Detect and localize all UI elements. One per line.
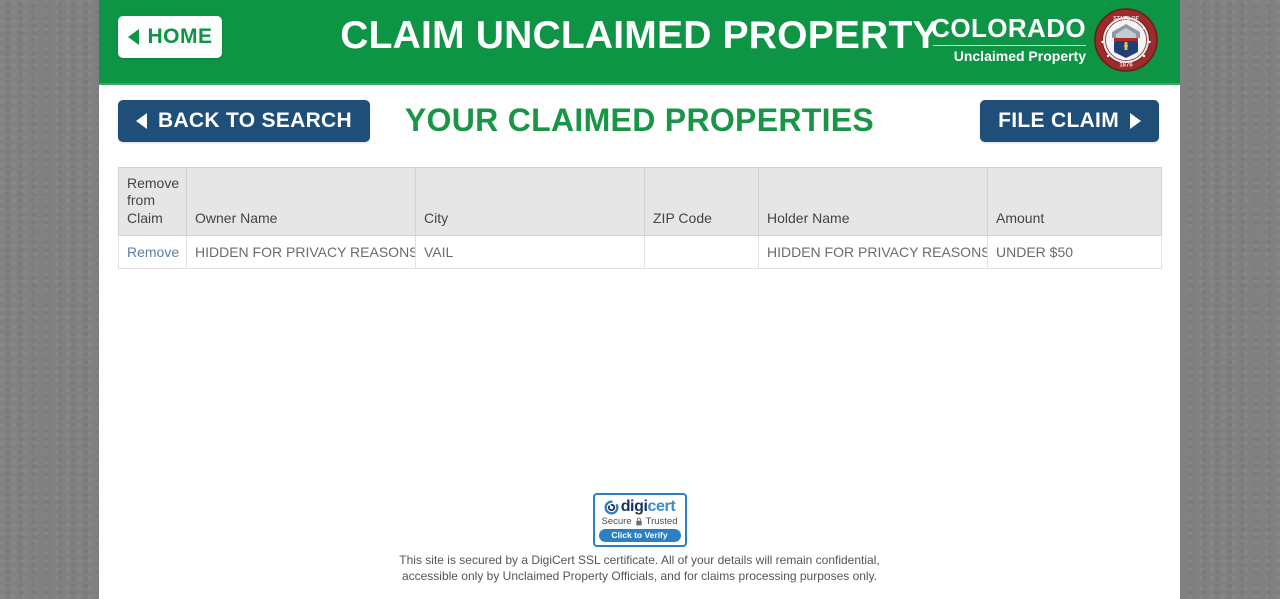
digicert-word-part-2: cert bbox=[647, 498, 676, 516]
colorado-brand-logo[interactable]: COLORADO Unclaimed Property STATE OF 187… bbox=[931, 8, 1158, 72]
claimed-properties-table: Remove from Claim Owner Name City ZIP Co… bbox=[118, 167, 1162, 269]
table-header: Remove from Claim Owner Name City ZIP Co… bbox=[118, 167, 1162, 236]
remove-claim-link[interactable]: Remove bbox=[127, 244, 179, 260]
security-note: This site is secured by a DigiCert SSL c… bbox=[99, 553, 1180, 585]
digicert-seal-badge[interactable]: digicert Secure Trusted Click to Verify bbox=[592, 493, 687, 548]
page-container: HOME CLAIM UNCLAIMED PROPERTY COLORADO U… bbox=[99, 0, 1180, 599]
cell-zip-code bbox=[644, 235, 759, 269]
column-header-owner-name: Owner Name bbox=[186, 167, 416, 236]
cell-holder-name: HIDDEN FOR PRIVACY REASONS bbox=[758, 235, 988, 269]
triangle-right-icon bbox=[1130, 113, 1141, 129]
file-claim-label: FILE CLAIM bbox=[998, 109, 1119, 132]
footer: digicert Secure Trusted Click to Verify … bbox=[99, 493, 1180, 585]
svg-text:STATE OF: STATE OF bbox=[1113, 16, 1140, 22]
brand-name: COLORADO bbox=[931, 13, 1086, 44]
security-note-line-1: This site is secured by a DigiCert SSL c… bbox=[399, 553, 880, 568]
digicert-logo-row: digicert bbox=[599, 499, 681, 515]
file-claim-button[interactable]: FILE CLAIM bbox=[980, 100, 1159, 142]
brand-divider bbox=[933, 45, 1086, 47]
column-header-zip-code: ZIP Code bbox=[644, 167, 759, 236]
digicert-swirl-icon bbox=[604, 500, 619, 515]
padlock-icon bbox=[635, 518, 642, 526]
cell-remove: Remove bbox=[118, 235, 187, 269]
cell-owner-name: HIDDEN FOR PRIVACY REASONS bbox=[186, 235, 416, 269]
digicert-trust-row: Secure Trusted bbox=[599, 516, 681, 527]
cell-city: VAIL bbox=[415, 235, 645, 269]
brand-subtitle: Unclaimed Property bbox=[953, 48, 1086, 65]
digicert-trusted-label: Trusted bbox=[645, 516, 678, 528]
column-header-city: City bbox=[415, 167, 645, 236]
table-row: Remove HIDDEN FOR PRIVACY REASONS VAIL H… bbox=[118, 235, 1162, 269]
digicert-wordmark: digicert bbox=[621, 499, 676, 515]
column-header-remove-from-claim: Remove from Claim bbox=[118, 167, 187, 236]
column-header-holder-name: Holder Name bbox=[758, 167, 988, 236]
digicert-word-part-1: digi bbox=[620, 498, 648, 516]
action-bar: BACK TO SEARCH YOUR CLAIMED PROPERTIES F… bbox=[99, 85, 1180, 160]
digicert-secure-label: Secure bbox=[601, 516, 632, 528]
cell-amount: UNDER $50 bbox=[987, 235, 1162, 269]
svg-text:1876: 1876 bbox=[1119, 63, 1133, 69]
claimed-properties-table-wrapper: Remove from Claim Owner Name City ZIP Co… bbox=[118, 167, 1162, 269]
column-header-amount: Amount bbox=[987, 167, 1162, 236]
table-header-row: Remove from Claim Owner Name City ZIP Co… bbox=[118, 167, 1162, 236]
table-body: Remove HIDDEN FOR PRIVACY REASONS VAIL H… bbox=[118, 235, 1162, 269]
click-to-verify-button[interactable]: Click to Verify bbox=[598, 529, 681, 543]
brand-text-block: COLORADO Unclaimed Property bbox=[931, 13, 1086, 65]
security-note-line-2: accessible only by Unclaimed Property Of… bbox=[401, 569, 878, 584]
colorado-state-seal-icon: STATE OF 1876 bbox=[1094, 8, 1158, 72]
site-header: HOME CLAIM UNCLAIMED PROPERTY COLORADO U… bbox=[99, 0, 1180, 85]
